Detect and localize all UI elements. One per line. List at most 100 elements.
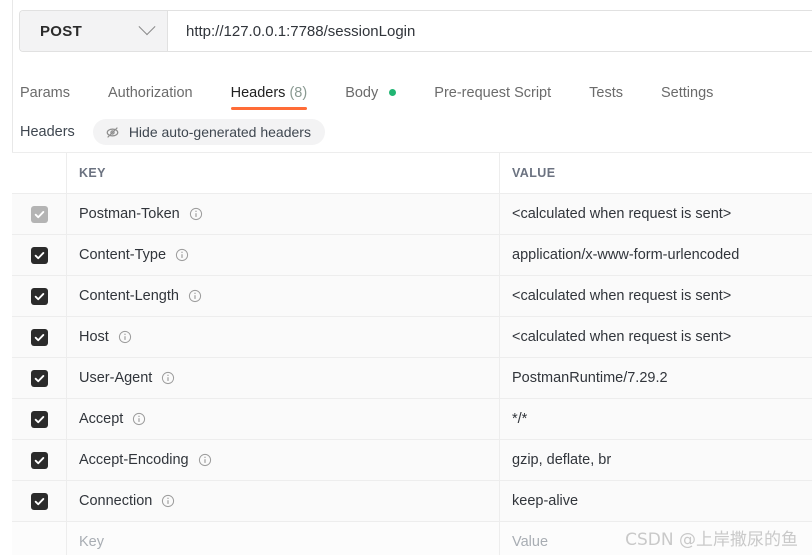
row-key-cell[interactable]: Host (67, 317, 500, 357)
row-checkbox-cell (12, 235, 67, 275)
new-value-placeholder: Value (512, 534, 549, 550)
info-icon[interactable] (175, 248, 189, 262)
info-icon[interactable] (161, 494, 175, 508)
tab-headers-count: (8) (289, 85, 308, 101)
tab-tests-label: Tests (589, 85, 623, 101)
request-url-input[interactable]: http://127.0.0.1:7788/sessionLogin (168, 11, 812, 51)
header-cell-value: VALUE (500, 153, 812, 193)
row-checkbox-cell (12, 522, 67, 555)
row-key-text: Content-Length (79, 288, 179, 304)
column-header-value: VALUE (512, 166, 556, 180)
tab-headers[interactable]: Headers (8) (230, 85, 308, 110)
row-checkbox-cell (12, 317, 67, 357)
table-row: Host <calculated when request is sent> (12, 317, 812, 358)
info-icon[interactable] (161, 371, 175, 385)
hide-auto-generated-headers-button[interactable]: Hide auto-generated headers (92, 119, 325, 145)
tab-params-label: Params (20, 85, 70, 101)
http-method-label: POST (40, 22, 83, 40)
table-row: Postman-Token <calculated when request is… (12, 194, 812, 235)
row-checkbox[interactable] (30, 287, 48, 305)
row-value-cell[interactable]: <calculated when request is sent> (500, 194, 812, 234)
header-cell-key: KEY (67, 153, 500, 193)
row-value-text: keep-alive (512, 493, 579, 509)
row-checkbox[interactable] (30, 451, 48, 469)
tab-params[interactable]: Params (20, 85, 70, 110)
headers-table-header-row: KEY VALUE (12, 153, 812, 194)
row-value-text: PostmanRuntime/7.29.2 (512, 370, 668, 386)
row-value-text: <calculated when request is sent> (512, 288, 732, 304)
row-key-cell[interactable]: Accept-Encoding (67, 440, 500, 480)
row-checkbox[interactable] (30, 246, 48, 264)
chevron-down-icon (138, 18, 156, 36)
tab-settings-label: Settings (660, 85, 714, 101)
headers-subheader: Headers Hide auto-generated headers (20, 118, 325, 146)
tab-pre-request-script-label: Pre-request Script (434, 85, 552, 101)
row-checkbox[interactable] (30, 410, 48, 428)
row-key-text: Accept-Encoding (79, 452, 189, 468)
request-tab-bar: Params Authorization Headers (8) Body Pr… (20, 74, 713, 110)
table-row: User-Agent PostmanRuntime/7.29.2 (12, 358, 812, 399)
request-url-text: http://127.0.0.1:7788/sessionLogin (186, 22, 416, 40)
eye-off-icon (105, 125, 120, 140)
row-value-cell[interactable]: gzip, deflate, br (500, 440, 812, 480)
new-key-input[interactable]: Key (67, 522, 500, 555)
row-value-text: gzip, deflate, br (512, 452, 612, 468)
new-key-placeholder: Key (79, 534, 104, 550)
row-checkbox[interactable] (30, 492, 48, 510)
row-key-cell[interactable]: Postman-Token (67, 194, 500, 234)
row-value-cell[interactable]: <calculated when request is sent> (500, 276, 812, 316)
tab-tests[interactable]: Tests (589, 85, 623, 110)
row-key-cell[interactable]: Content-Length (67, 276, 500, 316)
row-key-cell[interactable]: User-Agent (67, 358, 500, 398)
new-value-input[interactable]: Value (500, 522, 812, 555)
tab-pre-request-script[interactable]: Pre-request Script (434, 85, 551, 110)
info-icon[interactable] (132, 412, 146, 426)
row-key-cell[interactable]: Connection (67, 481, 500, 521)
column-header-key: KEY (79, 166, 106, 180)
http-method-dropdown[interactable]: POST (20, 11, 168, 51)
row-key-text: Postman-Token (79, 206, 180, 222)
info-icon[interactable] (189, 207, 203, 221)
row-checkbox-cell (12, 440, 67, 480)
row-key-text: Accept (79, 411, 124, 427)
row-checkbox[interactable] (30, 328, 48, 346)
tab-body-label: Body (345, 85, 379, 101)
row-key-text: User-Agent (79, 370, 153, 386)
row-value-text: */* (512, 411, 528, 427)
body-modified-dot-icon (389, 88, 397, 96)
table-row: Accept-Encoding gzip, deflate, br (12, 440, 812, 481)
table-row: Content-Length <calculated when request i… (12, 276, 812, 317)
info-icon[interactable] (198, 453, 212, 467)
row-key-text: Host (79, 329, 109, 345)
info-icon[interactable] (118, 330, 132, 344)
request-url-bar: POST http://127.0.0.1:7788/sessionLogin (19, 10, 812, 52)
row-checkbox-locked[interactable] (30, 205, 48, 223)
tab-settings[interactable]: Settings (661, 85, 713, 110)
tab-authorization[interactable]: Authorization (108, 85, 193, 110)
headers-section-title: Headers (20, 124, 75, 140)
postman-request-pane: POST http://127.0.0.1:7788/sessionLogin … (0, 0, 812, 555)
tab-body[interactable]: Body (345, 85, 397, 110)
row-key-cell[interactable]: Content-Type (67, 235, 500, 275)
tab-headers-label: Headers (230, 85, 286, 101)
row-value-cell[interactable]: PostmanRuntime/7.29.2 (500, 358, 812, 398)
row-value-cell[interactable]: application/x-www-form-urlencoded (500, 235, 812, 275)
row-value-text: application/x-www-form-urlencoded (512, 247, 740, 263)
row-key-cell[interactable]: Accept (67, 399, 500, 439)
table-row: Accept */* (12, 399, 812, 440)
table-row: Connection keep-alive (12, 481, 812, 522)
table-row-new[interactable]: Key Value (12, 522, 812, 555)
row-checkbox-cell (12, 358, 67, 398)
row-checkbox-cell (12, 481, 67, 521)
tab-authorization-label: Authorization (107, 85, 193, 101)
row-checkbox-cell (12, 194, 67, 234)
row-value-cell[interactable]: */* (500, 399, 812, 439)
row-checkbox[interactable] (30, 369, 48, 387)
row-value-cell[interactable]: <calculated when request is sent> (500, 317, 812, 357)
row-value-cell[interactable]: keep-alive (500, 481, 812, 521)
info-icon[interactable] (188, 289, 202, 303)
row-key-text: Connection (79, 493, 153, 509)
row-value-text: <calculated when request is sent> (512, 329, 732, 345)
row-checkbox-cell (12, 276, 67, 316)
headers-table: KEY VALUE Postman-Token <calculated when … (12, 152, 812, 555)
